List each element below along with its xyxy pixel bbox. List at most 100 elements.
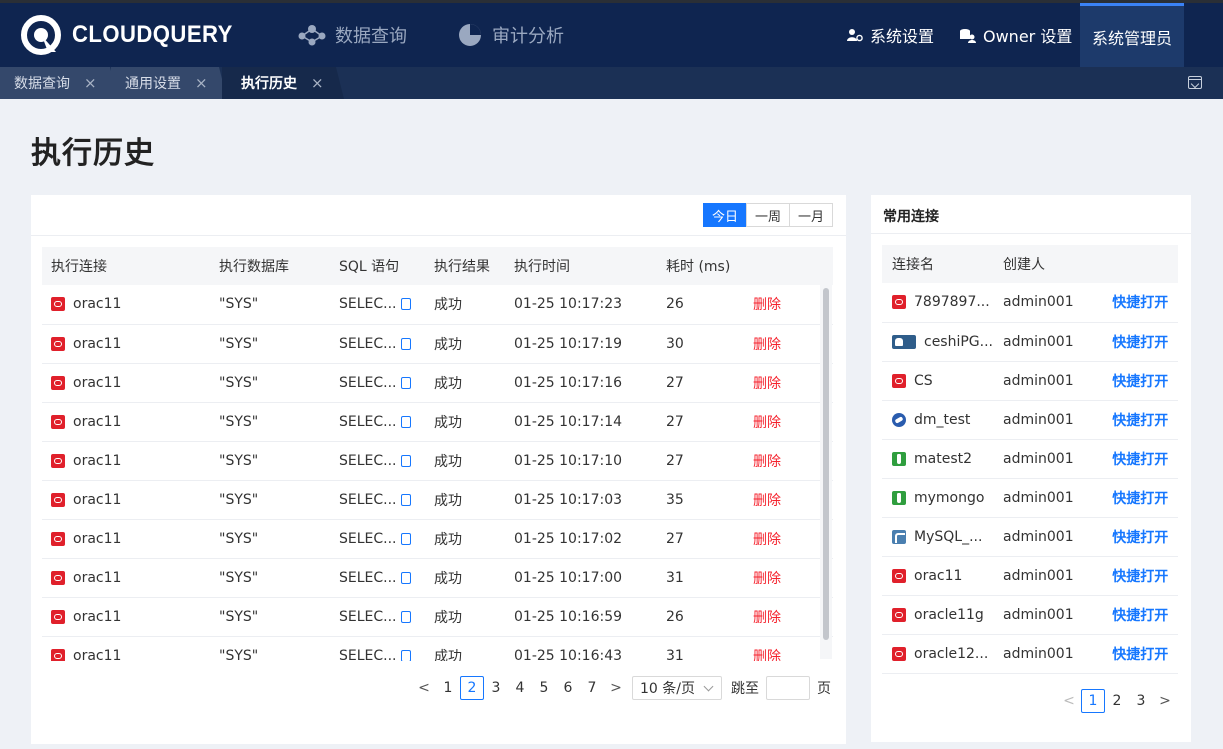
table-row[interactable]: orac11 "SYS" SELEC... 成功 01-25 10:16:43 31 删除 (42, 636, 833, 661)
delete-link[interactable]: 删除 (753, 532, 781, 548)
result-cell: 成功 (425, 441, 505, 481)
table-row[interactable]: orac11 "SYS" SELEC... 成功 01-25 10:17:10 27 删除 (42, 441, 833, 481)
delete-link[interactable]: 删除 (753, 610, 781, 626)
quick-open-link[interactable]: 快捷打开 (1112, 374, 1168, 390)
copy-icon[interactable] (400, 376, 411, 389)
nav-owner-settings[interactable]: Owner 设置 (959, 3, 1072, 67)
delete-link[interactable]: 删除 (753, 571, 781, 587)
column-header-connection-name[interactable]: 连接名 (882, 245, 994, 283)
range-month-button[interactable]: 一月 (788, 203, 833, 227)
delete-link[interactable]: 删除 (753, 454, 781, 470)
page-button-current[interactable]: 2 (460, 676, 484, 700)
quick-open-link[interactable]: 快捷打开 (1112, 335, 1168, 351)
table-row[interactable]: orac11 "SYS" SELEC... 成功 01-25 10:17:00 31 删除 (42, 558, 833, 598)
divider (31, 235, 846, 236)
column-header-result[interactable]: 执行结果 (425, 247, 505, 285)
copy-icon[interactable] (400, 571, 411, 584)
table-row[interactable]: orac11 "SYS" SELEC... 成功 01-25 10:17:03 35 删除 (42, 480, 833, 520)
tab-execution-history[interactable]: 执行历史 × (222, 67, 336, 99)
table-row[interactable]: oracle12... admin001 快捷打开 (882, 634, 1178, 674)
creator-cell: admin001 (993, 283, 1103, 323)
nav-data-query[interactable]: 数据查询 (297, 3, 407, 67)
scrollbar-thumb[interactable] (823, 288, 829, 640)
close-icon[interactable]: × (84, 74, 97, 92)
tab-data-query[interactable]: 数据查询 × (0, 67, 108, 99)
page-size-select[interactable]: 10 条/页 (632, 676, 722, 700)
column-header-cost[interactable]: 耗时 (ms) (657, 247, 744, 285)
prev-page-button[interactable]: < (1057, 689, 1081, 713)
table-scrollbar[interactable] (820, 285, 832, 659)
table-row[interactable]: mymongo admin001 快捷打开 (882, 478, 1178, 518)
page-button[interactable]: 7 (580, 676, 604, 700)
quick-open-link[interactable]: 快捷打开 (1112, 647, 1168, 663)
copy-icon[interactable] (400, 532, 411, 545)
copy-icon[interactable] (400, 649, 411, 661)
nav-system-admin[interactable]: 系统管理员 (1080, 3, 1184, 67)
quick-open-link[interactable]: 快捷打开 (1112, 569, 1168, 585)
table-row[interactable]: ceshiPG... admin001 快捷打开 (882, 322, 1178, 362)
delete-link[interactable]: 删除 (753, 376, 781, 392)
sql-text: SELEC... (339, 374, 397, 391)
table-row[interactable]: MySQL_... admin001 快捷打开 (882, 517, 1178, 557)
table-row[interactable]: orac11 "SYS" SELEC... 成功 01-25 10:17:14 27 删除 (42, 402, 833, 442)
table-row[interactable]: dm_test admin001 快捷打开 (882, 400, 1178, 440)
column-header-connection[interactable]: 执行连接 (42, 247, 210, 285)
copy-icon[interactable] (400, 337, 411, 350)
next-page-button[interactable]: > (1153, 689, 1177, 713)
tab-general-settings[interactable]: 通用设置 × (111, 67, 217, 99)
table-row[interactable]: 7897897... admin001 快捷打开 (882, 283, 1178, 323)
database-user-icon (959, 28, 976, 43)
copy-icon[interactable] (400, 415, 411, 428)
quick-open-link[interactable]: 快捷打开 (1112, 530, 1168, 546)
table-row[interactable]: orac11 "SYS" SELEC... 成功 01-25 10:17:02 27 删除 (42, 519, 833, 559)
action-cell: 快捷打开 (1102, 283, 1178, 323)
delete-link[interactable]: 删除 (753, 415, 781, 431)
collapse-icon[interactable] (1188, 76, 1202, 89)
delete-link[interactable]: 删除 (753, 493, 781, 509)
page-button[interactable]: 6 (556, 676, 580, 700)
copy-icon[interactable] (400, 493, 411, 506)
table-row[interactable]: orac11 admin001 快捷打开 (882, 556, 1178, 596)
column-header-sql[interactable]: SQL 语句 (330, 247, 425, 285)
table-row[interactable]: matest2 admin001 快捷打开 (882, 439, 1178, 479)
table-row[interactable]: oracle11g admin001 快捷打开 (882, 595, 1178, 635)
page-button[interactable]: 3 (1129, 689, 1153, 713)
copy-icon[interactable] (400, 454, 411, 467)
quick-open-link[interactable]: 快捷打开 (1112, 413, 1168, 429)
quick-open-link[interactable]: 快捷打开 (1112, 491, 1168, 507)
table-row[interactable]: orac11 "SYS" SELEC... 成功 01-25 10:17:23 26 删除 (42, 285, 833, 325)
jump-page-input[interactable] (766, 676, 810, 700)
page-button[interactable]: 4 (508, 676, 532, 700)
quick-open-link[interactable]: 快捷打开 (1112, 452, 1168, 468)
table-row[interactable]: orac11 "SYS" SELEC... 成功 01-25 10:17:19 30 删除 (42, 324, 833, 364)
page-button[interactable]: 1 (436, 676, 460, 700)
page-button[interactable]: 3 (484, 676, 508, 700)
nav-audit-analysis[interactable]: 审计分析 (458, 3, 564, 67)
connection-name: 7897897... (914, 294, 990, 311)
page-button[interactable]: 2 (1105, 689, 1129, 713)
oracle-icon (51, 375, 65, 390)
nav-system-settings[interactable]: 系统设置 (846, 3, 934, 67)
table-row[interactable]: orac11 "SYS" SELEC... 成功 01-25 10:16:59 26 删除 (42, 597, 833, 637)
range-today-button[interactable]: 今日 (702, 203, 747, 227)
column-header-creator[interactable]: 创建人 (993, 245, 1103, 283)
page-button[interactable]: 5 (532, 676, 556, 700)
copy-icon[interactable] (400, 610, 411, 623)
prev-page-button[interactable]: < (412, 676, 436, 700)
quick-open-link[interactable]: 快捷打开 (1112, 295, 1168, 311)
close-icon[interactable]: × (311, 74, 324, 92)
range-week-button[interactable]: 一周 (745, 203, 790, 227)
column-header-database[interactable]: 执行数据库 (210, 247, 330, 285)
delete-link[interactable]: 删除 (753, 337, 781, 353)
delete-link[interactable]: 删除 (753, 297, 781, 313)
page-button-current[interactable]: 1 (1081, 689, 1105, 713)
next-page-button[interactable]: > (604, 676, 628, 700)
delete-link[interactable]: 删除 (753, 649, 781, 662)
table-row[interactable]: orac11 "SYS" SELEC... 成功 01-25 10:17:16 27 删除 (42, 363, 833, 403)
column-header-time[interactable]: 执行时间 (505, 247, 657, 285)
copy-icon[interactable] (400, 298, 411, 311)
table-row[interactable]: CS admin001 快捷打开 (882, 361, 1178, 401)
close-icon[interactable]: × (195, 74, 208, 92)
quick-open-link[interactable]: 快捷打开 (1112, 608, 1168, 624)
logo[interactable]: CLOUDQUERY (20, 12, 247, 58)
